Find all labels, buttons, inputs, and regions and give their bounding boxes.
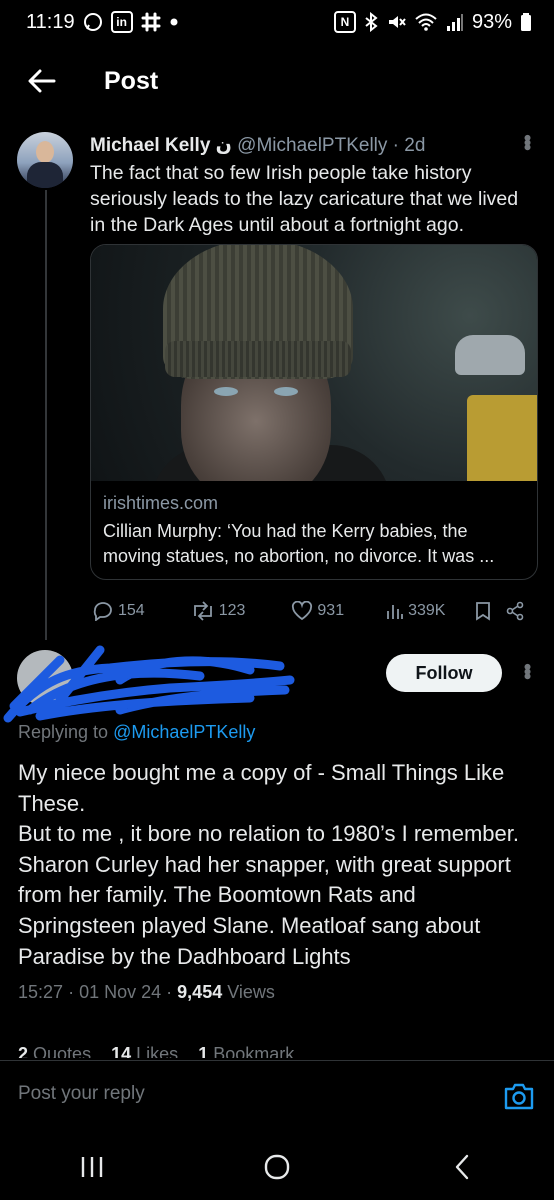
- link-card-image: [91, 245, 537, 481]
- views-count: 339K: [408, 602, 446, 619]
- reply-icon: [93, 602, 112, 621]
- home-icon: [264, 1154, 290, 1180]
- post-date[interactable]: 01 Nov 24: [79, 982, 161, 1002]
- mute-icon: [386, 12, 406, 32]
- bookmark-button[interactable]: [475, 601, 491, 621]
- author-avatar[interactable]: [17, 132, 73, 188]
- reply-count: 154: [118, 602, 145, 619]
- battery-icon: [520, 12, 532, 32]
- share-icon: [507, 601, 524, 621]
- page-title: Post: [104, 66, 159, 95]
- bookmarks-stat[interactable]: 1 Bookmark: [198, 1044, 294, 1058]
- reply-more-options-icon[interactable]: •••: [515, 663, 540, 677]
- repost-button[interactable]: 123: [191, 601, 246, 621]
- post-header: Post: [0, 44, 554, 118]
- repost-icon: [193, 601, 212, 621]
- replying-to-mention[interactable]: @MichaelPTKelly: [113, 722, 255, 742]
- whatsapp-icon: [83, 12, 103, 32]
- back-button[interactable]: [24, 63, 60, 99]
- slack-icon: [141, 12, 161, 32]
- recent-apps-button[interactable]: [62, 1142, 122, 1192]
- link-card-title: Cillian Murphy: ‘You had the Kerry babie…: [103, 521, 495, 566]
- likes-stat[interactable]: 14 Likes: [111, 1044, 178, 1058]
- arrow-left-icon: [28, 69, 56, 93]
- author-handle[interactable]: @MichaelPTKelly: [237, 135, 387, 156]
- views-button[interactable]: 339K: [386, 601, 445, 621]
- redaction-scribble: [3, 645, 295, 723]
- system-back-button[interactable]: [432, 1142, 492, 1192]
- reply-text-line: But to me , it bore no relation to 1980’…: [18, 821, 519, 969]
- replying-prefix: Replying to: [18, 722, 109, 742]
- post-views-count: 9,454: [177, 982, 223, 1002]
- reply-text-line: My niece bought me a copy of - Small Thi…: [18, 760, 505, 816]
- battery-percent: 93%: [471, 10, 512, 33]
- post-text: The fact that so few Irish people take h…: [90, 162, 519, 236]
- link-card-domain: irishtimes.com: [103, 493, 219, 513]
- post-actions: 154 123 931 339K: [90, 596, 536, 626]
- status-time: 11:19: [26, 10, 75, 33]
- home-button[interactable]: [247, 1142, 307, 1192]
- quotes-stat[interactable]: 2 Quotes: [18, 1044, 91, 1058]
- linkedin-icon: in: [110, 11, 133, 33]
- like-count: 931: [317, 602, 345, 619]
- post-age: · 2d: [392, 135, 426, 156]
- wifi-icon: [414, 12, 438, 32]
- bookmark-icon: [476, 602, 491, 621]
- post-views-label: Views: [227, 982, 275, 1002]
- camera-icon: [504, 1083, 534, 1110]
- share-button[interactable]: [505, 601, 525, 621]
- reply-composer-bar: Post your reply: [0, 1060, 554, 1135]
- status-right: N 93%: [333, 10, 532, 34]
- engagement-counts: 2 Quotes 14 Likes 1 Bookmark: [18, 1044, 538, 1058]
- reply-button[interactable]: 154: [92, 601, 145, 621]
- author-name[interactable]: Michael Kelly: [90, 135, 210, 156]
- link-card[interactable]: irishtimes.com Cillian Murphy: ‘You had …: [90, 244, 538, 580]
- post-time[interactable]: 15:27: [18, 982, 63, 1002]
- views-chart-icon: [387, 605, 404, 619]
- signal-icon: [446, 12, 464, 32]
- author-name-suffix: ن: [215, 135, 232, 156]
- post-author-meta: Michael Kelly ن @MichaelPTKelly · 2d: [90, 134, 425, 157]
- system-nav-bar: [0, 1134, 554, 1200]
- repost-count: 123: [218, 602, 246, 619]
- replying-to: Replying to @MichaelPTKelly: [18, 722, 255, 743]
- recent-apps-icon: [82, 1157, 103, 1177]
- status-left: 11:19 in: [26, 11, 179, 34]
- status-bar: 11:19 in N 93%: [0, 0, 554, 44]
- more-options-icon[interactable]: •••: [515, 134, 540, 148]
- bluetooth-icon: [364, 12, 378, 32]
- camera-button[interactable]: [502, 1079, 536, 1113]
- like-button[interactable]: 931: [291, 601, 344, 621]
- reply-input[interactable]: Post your reply: [18, 1083, 145, 1105]
- chevron-left-icon: [455, 1154, 468, 1180]
- nfc-icon: N: [333, 11, 356, 33]
- heart-icon: [292, 601, 313, 621]
- follow-button[interactable]: Follow: [386, 654, 502, 692]
- dot-icon: [169, 17, 179, 27]
- post-timestamp: 15:27 · 01 Nov 24 · 9,454 Views: [18, 982, 275, 1002]
- thread-connector-line: [45, 190, 47, 640]
- reply-text: My niece bought me a copy of - Small Thi…: [18, 758, 538, 972]
